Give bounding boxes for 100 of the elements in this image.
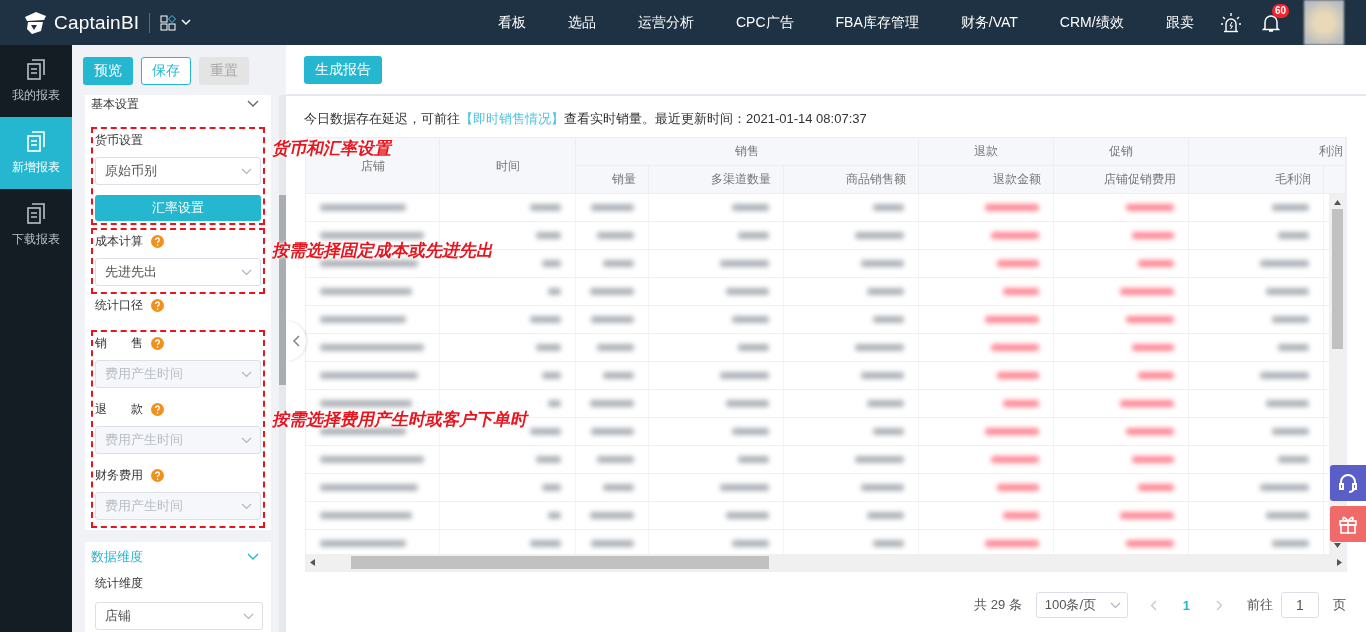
page-input[interactable]: 1 xyxy=(1281,592,1319,618)
blurred-value xyxy=(1266,512,1309,519)
field-label: 成本计算 xyxy=(94,232,143,250)
gift-button[interactable] xyxy=(1330,506,1366,542)
blurred-value xyxy=(985,316,1039,323)
scroll-left-arrow-icon[interactable] xyxy=(310,559,315,566)
blurred-value xyxy=(1272,428,1309,435)
document-icon xyxy=(25,58,46,81)
nav-link[interactable]: 跟卖 xyxy=(1144,13,1215,32)
blurred-value xyxy=(1138,260,1174,267)
page-suffix: 页 xyxy=(1333,596,1346,614)
chevron-left-icon xyxy=(292,335,300,347)
scroll-right-arrow-icon[interactable] xyxy=(1337,559,1342,566)
blurred-value xyxy=(1132,232,1174,239)
blurred-value xyxy=(855,344,904,351)
blurred-value xyxy=(1266,288,1309,295)
collapse-tab[interactable] xyxy=(286,321,306,361)
select-field[interactable]: 先进先出 xyxy=(94,258,261,286)
column-header: 促销 xyxy=(1054,138,1189,166)
alarm-light-icon[interactable] xyxy=(1220,11,1242,34)
field-label: 退 款 xyxy=(94,400,143,418)
avatar-placeholder[interactable] xyxy=(1304,0,1344,45)
nav-link[interactable]: 财务/VAT xyxy=(939,13,1039,32)
blurred-value xyxy=(536,456,561,463)
blurred-value xyxy=(590,512,634,519)
blurred-value xyxy=(530,316,561,323)
caret-icon xyxy=(240,370,252,378)
help-icon[interactable] xyxy=(150,402,164,416)
blurred-value xyxy=(591,428,634,435)
blurred-value xyxy=(873,540,904,547)
scroll-up-arrow-icon[interactable] xyxy=(1334,200,1341,205)
chevron-left-icon[interactable] xyxy=(1149,599,1157,611)
column-header: 时间 xyxy=(440,138,576,194)
blurred-value xyxy=(1278,456,1309,463)
nav-link[interactable]: FBA库存管理 xyxy=(814,13,940,32)
scroll-down-arrow-icon[interactable] xyxy=(1334,543,1341,548)
field-label: 货币设置 xyxy=(94,131,143,149)
nav-link[interactable]: 看板 xyxy=(470,13,547,32)
column-header: 多渠道数量 xyxy=(649,166,784,194)
blurred-value xyxy=(548,288,561,295)
blurred-value xyxy=(991,456,1039,463)
blurred-value xyxy=(738,344,769,351)
horizontal-scrollbar[interactable] xyxy=(306,554,1346,571)
column-header: 销售 xyxy=(576,138,919,166)
caret-icon xyxy=(240,167,252,175)
blurred-value xyxy=(873,428,904,435)
blurred-value xyxy=(542,372,561,379)
caret-icon xyxy=(1109,601,1121,609)
headset-icon xyxy=(1337,472,1359,494)
captain-hat-logo-icon xyxy=(22,10,48,35)
blurred-value xyxy=(873,204,904,211)
blurred-value xyxy=(861,260,904,267)
section-title: 数据维度 xyxy=(90,548,143,566)
caret-icon xyxy=(240,268,252,276)
nav-link[interactable]: CRM/绩效 xyxy=(1038,13,1145,32)
help-icon[interactable] xyxy=(150,234,164,248)
nav-link[interactable]: CPC广告 xyxy=(715,13,815,32)
chevron-right-icon[interactable] xyxy=(1216,599,1223,611)
blurred-value xyxy=(530,428,561,435)
blurred-value xyxy=(1278,232,1309,239)
blurred-value xyxy=(867,512,904,519)
field-label: 统计维度 xyxy=(94,574,143,592)
blurred-value xyxy=(732,316,769,323)
column-header: 店铺促销费用 xyxy=(1054,166,1189,194)
blurred-value xyxy=(1120,288,1174,295)
blurred-value xyxy=(1272,316,1309,323)
column-header: 商品销售额 xyxy=(784,166,919,194)
blurred-value xyxy=(1138,484,1174,491)
blurred-value xyxy=(591,316,634,323)
blurred-value xyxy=(603,260,634,267)
blurred-value xyxy=(1120,512,1174,519)
field-label: 销 售 xyxy=(94,334,143,352)
select-field[interactable]: 店铺 xyxy=(94,602,263,630)
column-header: 销量 xyxy=(576,166,649,194)
chevron-down-icon[interactable] xyxy=(246,553,259,561)
blurred-value xyxy=(1138,372,1174,379)
help-icon[interactable] xyxy=(150,468,164,482)
nav-link[interactable]: 选品 xyxy=(547,13,617,32)
select-field[interactable]: 原始币别 xyxy=(94,157,261,185)
nav-link[interactable]: 运营分析 xyxy=(617,13,715,32)
rail-menu-item[interactable]: 我的报表 xyxy=(0,45,72,117)
headset-button[interactable] xyxy=(1330,465,1366,501)
page-size-select[interactable]: 100条/页 xyxy=(1035,592,1128,618)
blurred-value xyxy=(997,372,1039,379)
bell-icon[interactable] xyxy=(1262,12,1280,33)
blurred-value xyxy=(1266,400,1309,407)
total-count: 共 29 条 xyxy=(974,596,1022,614)
annotation-text: 按需选择费用产生时或客户下单时 xyxy=(270,411,530,429)
help-icon[interactable] xyxy=(150,298,164,312)
blurred-value xyxy=(1132,456,1174,463)
blurred-value xyxy=(997,260,1039,267)
chevron-down-icon[interactable] xyxy=(246,100,259,108)
help-icon[interactable] xyxy=(150,336,164,350)
blurred-value xyxy=(536,344,561,351)
blurred-value xyxy=(738,456,769,463)
rail-menu-item[interactable]: 下载报表 xyxy=(0,189,72,261)
blurred-value xyxy=(597,232,634,239)
goto-label: 前往 xyxy=(1247,596,1273,614)
section-title: 基本设置 xyxy=(90,95,139,113)
blurred-value xyxy=(590,288,634,295)
